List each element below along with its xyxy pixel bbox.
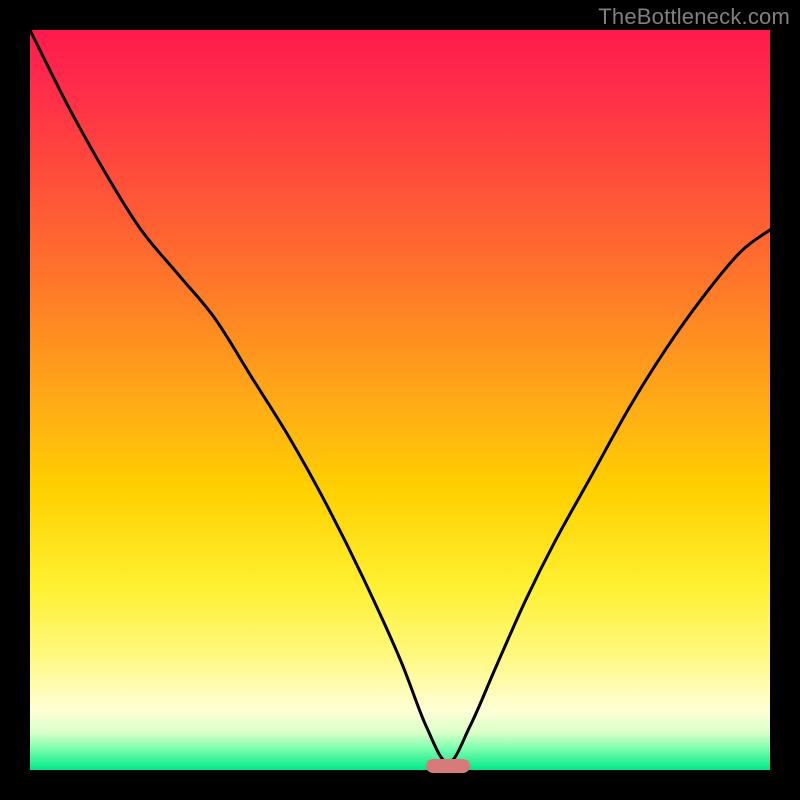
bottleneck-curve <box>30 30 770 770</box>
curve-path <box>30 30 770 763</box>
chart-frame: TheBottleneck.com <box>0 0 800 800</box>
plot-area <box>30 30 770 770</box>
minimum-marker <box>426 759 470 773</box>
watermark-text: TheBottleneck.com <box>598 4 790 30</box>
